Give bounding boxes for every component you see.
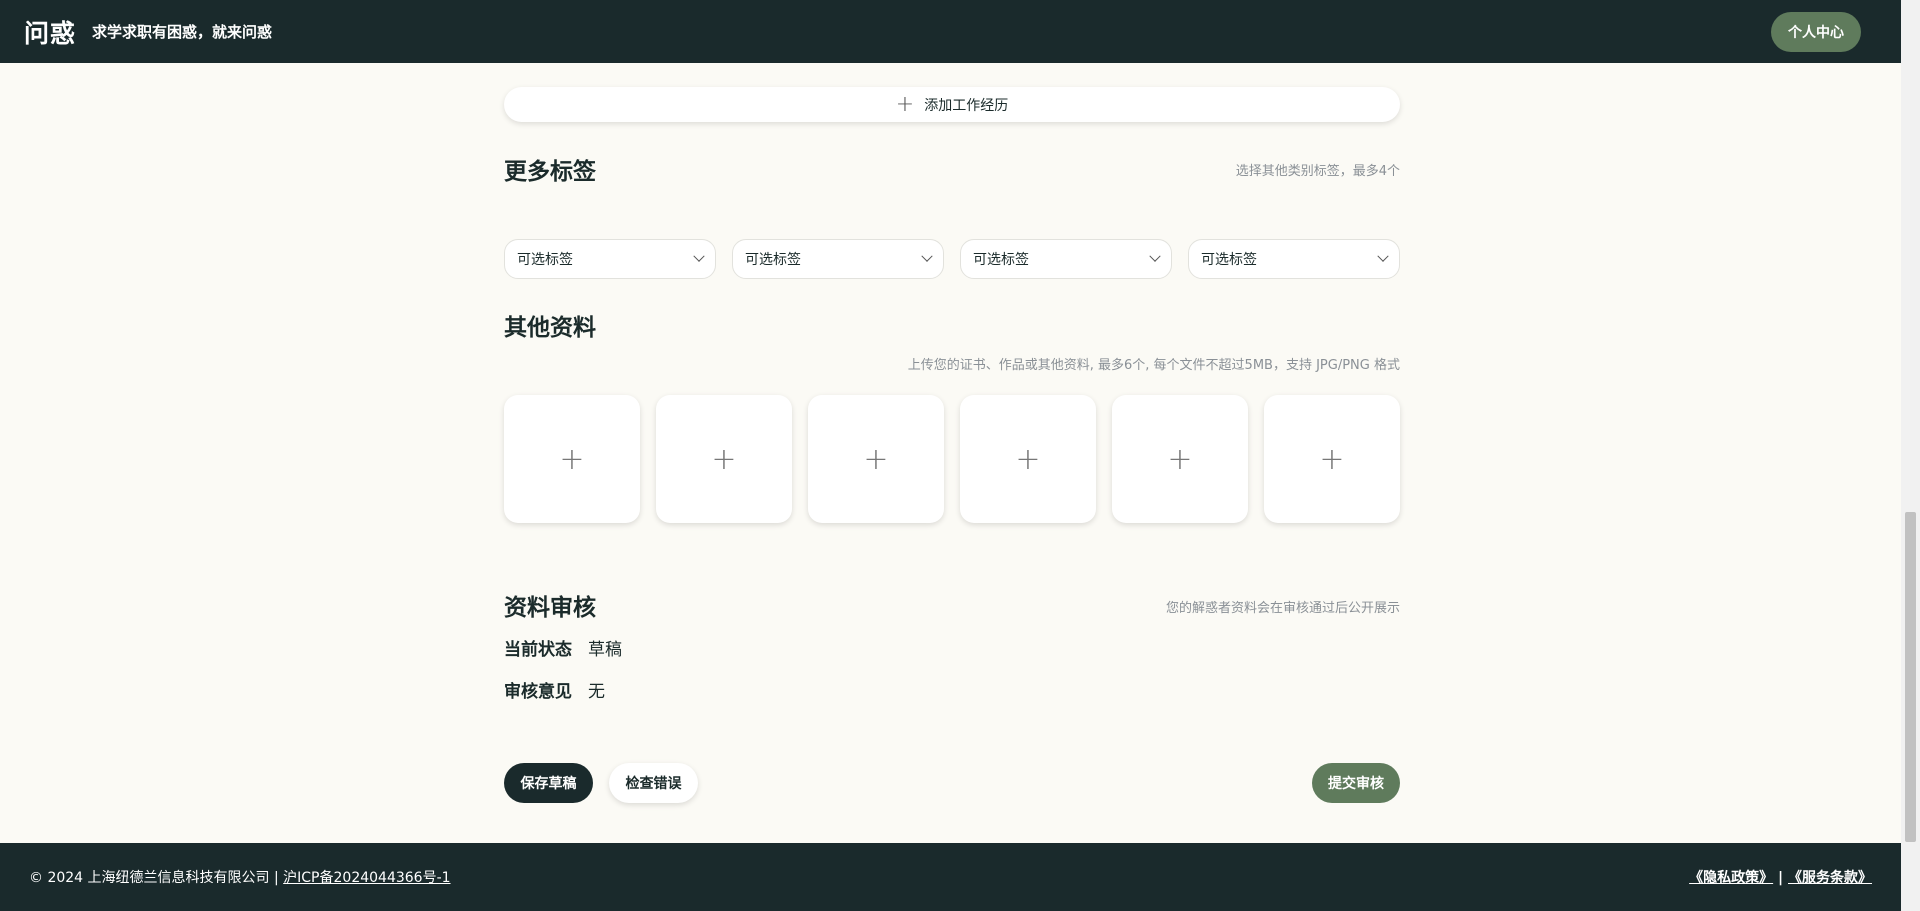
review-comment-label: 审核意见 xyxy=(504,682,572,702)
submit-review-button[interactable]: 提交审核 xyxy=(1312,763,1400,803)
page-footer: © 2024 上海纽德兰信息科技有限公司 | 沪ICP备2024044366号-… xyxy=(0,843,1901,911)
check-errors-button[interactable]: 检查错误 xyxy=(609,763,698,803)
tag-select-value: 可选标签 xyxy=(745,252,801,268)
add-work-experience-label: 添加工作经历 xyxy=(924,97,1009,114)
copyright-text: © 2024 上海纽德兰信息科技有限公司 | xyxy=(29,870,279,886)
site-tagline: 求学求职有困惑，就来问惑 xyxy=(92,23,273,41)
terms-of-service-link[interactable]: 《服务条款》 xyxy=(1788,870,1872,886)
page-scrollbar[interactable] xyxy=(1901,0,1920,911)
plus-icon: + xyxy=(863,441,889,477)
footer-separator: | xyxy=(1778,870,1784,886)
upload-slot-4[interactable]: + xyxy=(960,395,1096,523)
plus-icon: + xyxy=(1319,441,1345,477)
other-materials-title: 其他资料 xyxy=(504,315,596,341)
tag-select-2[interactable]: 可选标签 xyxy=(732,239,944,279)
chevron-down-icon xyxy=(1149,250,1161,262)
icp-link[interactable]: 沪ICP备2024044366号-1 xyxy=(283,870,450,886)
tag-select-value: 可选标签 xyxy=(1201,252,1257,268)
plus-icon: + xyxy=(559,441,585,477)
review-comment-value: 无 xyxy=(588,682,605,702)
footer-right: 《隐私政策》 | 《服务条款》 xyxy=(1689,867,1872,887)
footer-left: © 2024 上海纽德兰信息科技有限公司 | 沪ICP备2024044366号-… xyxy=(29,867,451,887)
tag-select-4[interactable]: 可选标签 xyxy=(1188,239,1400,279)
upload-slot-5[interactable]: + xyxy=(1112,395,1248,523)
chevron-down-icon xyxy=(1377,250,1389,262)
review-title: 资料审核 xyxy=(504,595,596,621)
scrollbar-thumb[interactable] xyxy=(1905,512,1916,842)
tag-select-1[interactable]: 可选标签 xyxy=(504,239,716,279)
other-materials-hint: 上传您的证书、作品或其他资料, 最多6个, 每个文件不超过5MB，支持 JPG/… xyxy=(907,358,1400,373)
tag-select-3[interactable]: 可选标签 xyxy=(960,239,1172,279)
more-tags-selects: 可选标签 可选标签 可选标签 可选标签 xyxy=(504,239,1400,279)
profile-center-button[interactable]: 个人中心 xyxy=(1771,12,1861,52)
review-comment-row: 审核意见 无 xyxy=(504,677,605,702)
top-header: 问惑 求学求职有困惑，就来问惑 个人中心 xyxy=(0,0,1901,63)
plus-icon: + xyxy=(1167,441,1193,477)
review-status-row: 当前状态 草稿 xyxy=(504,635,622,660)
status-label: 当前状态 xyxy=(504,640,572,660)
tag-select-value: 可选标签 xyxy=(517,252,573,268)
plus-icon: + xyxy=(895,91,915,117)
status-value: 草稿 xyxy=(588,640,622,660)
upload-slot-1[interactable]: + xyxy=(504,395,640,523)
chevron-down-icon xyxy=(693,250,705,262)
tag-select-value: 可选标签 xyxy=(973,252,1029,268)
review-hint: 您的解惑者资料会在审核通过后公开展示 xyxy=(1165,601,1400,616)
plus-icon: + xyxy=(711,441,737,477)
upload-slot-6[interactable]: + xyxy=(1264,395,1400,523)
more-tags-hint: 选择其他类别标签，最多4个 xyxy=(1235,164,1400,179)
site-logo[interactable]: 问惑 xyxy=(24,14,76,50)
upload-slot-3[interactable]: + xyxy=(808,395,944,523)
upload-slot-2[interactable]: + xyxy=(656,395,792,523)
upload-slots: + + + + + + xyxy=(504,395,1400,523)
add-work-experience-button[interactable]: + 添加工作经历 xyxy=(504,87,1400,122)
chevron-down-icon xyxy=(921,250,933,262)
more-tags-title: 更多标签 xyxy=(504,159,596,185)
privacy-policy-link[interactable]: 《隐私政策》 xyxy=(1689,870,1773,886)
plus-icon: + xyxy=(1015,441,1041,477)
save-draft-button[interactable]: 保存草稿 xyxy=(504,763,593,803)
